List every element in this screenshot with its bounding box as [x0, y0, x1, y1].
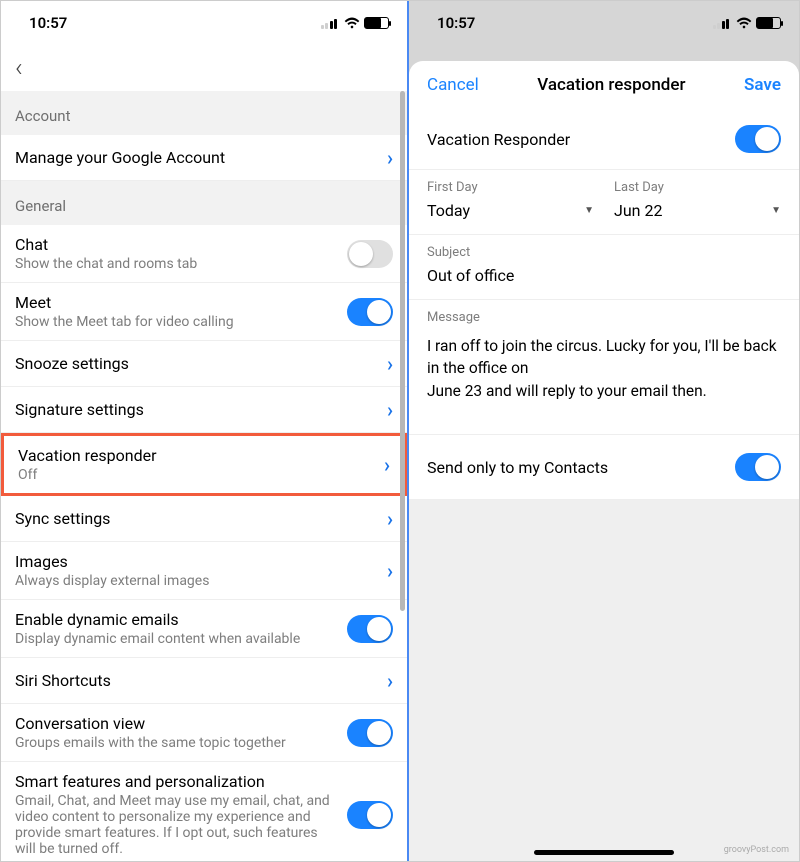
send-only-label: Send only to my Contacts [427, 458, 608, 477]
chevron-left-icon: ‹ [15, 53, 23, 83]
toggle-conversation[interactable] [347, 719, 393, 747]
chevron-right-icon: › [387, 352, 393, 376]
cancel-button[interactable]: Cancel [427, 75, 479, 95]
status-icons [321, 17, 390, 29]
message-value: I ran off to join the circus. Lucky for … [427, 331, 781, 402]
sheet-title: Vacation responder [537, 75, 685, 95]
watermark: groovyPost.com [724, 845, 789, 855]
toggle-smart[interactable] [347, 801, 393, 829]
wifi-icon [736, 17, 752, 29]
row-signature[interactable]: Signature settings › [1, 387, 407, 433]
status-time: 10:57 [29, 14, 67, 32]
subject-value: Out of office [427, 266, 781, 285]
battery-icon [364, 17, 389, 29]
row-title: Conversation view [15, 714, 339, 733]
subject-section[interactable]: Subject Out of office [409, 235, 799, 300]
row-title: Manage your Google Account [15, 148, 379, 167]
last-day-value: Jun 22 [614, 201, 662, 220]
first-day-picker[interactable]: First Day Today ▼ [427, 180, 594, 220]
row-subtitle: Show the Meet tab for video calling [15, 314, 339, 330]
chevron-right-icon: › [384, 453, 390, 477]
vr-label: Vacation Responder [427, 130, 570, 149]
scrollbar[interactable] [400, 91, 405, 861]
cellular-icon [713, 17, 730, 29]
row-subtitle: Display dynamic email content when avail… [15, 631, 339, 647]
row-title: Vacation responder [18, 446, 376, 465]
row-title: Images [15, 552, 379, 571]
status-icons [713, 17, 782, 29]
row-subtitle: Show the chat and rooms tab [15, 256, 339, 272]
sheet: Cancel Vacation responder Save Vacation … [409, 61, 799, 861]
row-subtitle: Gmail, Chat, and Meet may use my email, … [15, 793, 339, 857]
last-day-label: Last Day [614, 180, 781, 195]
row-snooze[interactable]: Snooze settings › [1, 341, 407, 387]
battery-icon [756, 17, 781, 29]
wifi-icon [344, 17, 360, 29]
chevron-right-icon: › [387, 146, 393, 170]
save-button[interactable]: Save [744, 75, 781, 95]
row-title: Enable dynamic emails [15, 610, 339, 629]
first-day-label: First Day [427, 180, 594, 195]
settings-screen: 10:57 ‹ Account Manage your Google Accou… [1, 1, 409, 861]
row-title: Snooze settings [15, 354, 379, 373]
row-sync[interactable]: Sync settings › [1, 496, 407, 542]
chevron-right-icon: › [387, 559, 393, 583]
row-vacation-responder[interactable]: Vacation responder Off › [1, 433, 407, 496]
row-siri[interactable]: Siri Shortcuts › [1, 658, 407, 704]
chevron-down-icon: ▼ [771, 205, 781, 216]
chevron-right-icon: › [387, 398, 393, 422]
row-chat[interactable]: Chat Show the chat and rooms tab [1, 225, 407, 283]
section-account: Account [1, 91, 407, 135]
toggle-meet[interactable] [347, 298, 393, 326]
toggle-send-only-contacts[interactable] [735, 453, 781, 481]
chevron-right-icon: › [387, 669, 393, 693]
toggle-dynamic[interactable] [347, 615, 393, 643]
chevron-down-icon: ▼ [584, 205, 594, 216]
chevron-right-icon: › [387, 507, 393, 531]
sheet-empty [409, 500, 799, 861]
back-button[interactable]: ‹ [1, 45, 407, 91]
vacation-responder-screen: 10:57 Cancel Vacation responder Save Vac… [409, 1, 799, 861]
toggle-chat[interactable] [347, 240, 393, 268]
last-day-picker[interactable]: Last Day Jun 22 ▼ [614, 180, 781, 220]
first-day-value: Today [427, 201, 470, 220]
row-title: Siri Shortcuts [15, 671, 379, 690]
status-bar: 10:57 [1, 1, 407, 45]
home-indicator[interactable] [534, 850, 674, 855]
status-bar: 10:57 [409, 1, 799, 45]
row-title: Sync settings [15, 509, 379, 528]
row-subtitle: Always display external images [15, 573, 379, 589]
status-time: 10:57 [437, 14, 475, 32]
row-smart-features[interactable]: Smart features and personalization Gmail… [1, 762, 407, 861]
row-title: Chat [15, 235, 339, 254]
toggle-vacation-responder[interactable] [735, 125, 781, 153]
row-subtitle: Off [18, 467, 376, 483]
message-label: Message [427, 310, 781, 325]
row-send-only-contacts: Send only to my Contacts [409, 434, 799, 500]
row-title: Signature settings [15, 400, 379, 419]
row-vacation-responder-toggle: Vacation Responder [409, 109, 799, 170]
row-subtitle: Groups emails with the same topic togeth… [15, 735, 339, 751]
row-images[interactable]: Images Always display external images › [1, 542, 407, 600]
row-meet[interactable]: Meet Show the Meet tab for video calling [1, 283, 407, 341]
row-title: Meet [15, 293, 339, 312]
subject-label: Subject [427, 245, 781, 260]
settings-list: Account Manage your Google Account › Gen… [1, 91, 407, 861]
row-dynamic-emails[interactable]: Enable dynamic emails Display dynamic em… [1, 600, 407, 658]
section-general: General [1, 181, 407, 225]
row-title: Smart features and personalization [15, 772, 339, 791]
row-manage-account[interactable]: Manage your Google Account › [1, 135, 407, 181]
message-section[interactable]: Message I ran off to join the circus. Lu… [409, 300, 799, 416]
date-range: First Day Today ▼ Last Day Jun 22 ▼ [409, 170, 799, 235]
cellular-icon [321, 17, 338, 29]
row-conversation-view[interactable]: Conversation view Groups emails with the… [1, 704, 407, 762]
sheet-header: Cancel Vacation responder Save [409, 61, 799, 109]
